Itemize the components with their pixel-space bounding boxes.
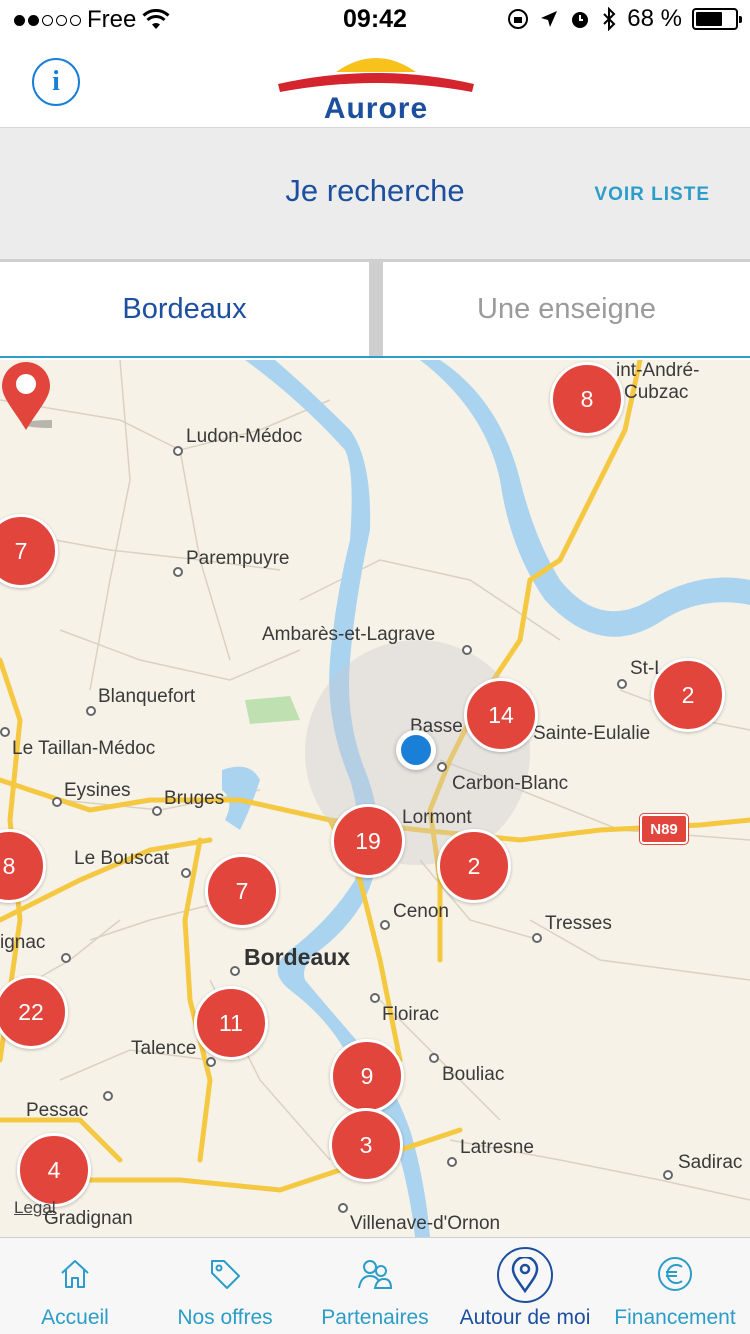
tab-nos-offres[interactable]: Nos offres xyxy=(150,1238,300,1334)
map-cluster[interactable]: 2 xyxy=(651,658,725,732)
place-label: Sadirac xyxy=(678,1152,743,1173)
legal-link[interactable]: Legal xyxy=(14,1198,56,1218)
place-label: Ambarès-et-Lagrave xyxy=(262,624,436,645)
place-label: int-André- xyxy=(616,360,700,381)
place-label-bordeaux: Bordeaux xyxy=(244,944,351,970)
map-cluster[interactable]: 14 xyxy=(464,678,538,752)
status-right: 68 % xyxy=(507,5,742,33)
place-label: Sainte-Eulalie xyxy=(533,723,651,744)
place-dot xyxy=(0,727,10,737)
rotation-lock-icon xyxy=(508,9,529,29)
place-label: Talence xyxy=(131,1038,197,1059)
place-dot xyxy=(663,1170,673,1180)
place-label: Eysines xyxy=(64,780,131,801)
place-label: Le Taillan-Médoc xyxy=(12,738,156,759)
place-label: Pessac xyxy=(26,1100,89,1121)
place-dot xyxy=(86,706,96,716)
place-label: Blanquefort xyxy=(98,686,196,707)
tab-accueil[interactable]: Accueil xyxy=(0,1238,150,1334)
alarm-icon xyxy=(572,12,589,28)
place-dot xyxy=(462,645,472,655)
place-label: Le Bouscat xyxy=(74,848,170,869)
location-arrow-icon xyxy=(541,11,558,27)
info-icon: i xyxy=(52,66,60,97)
current-location-dot xyxy=(396,730,436,770)
place-dot xyxy=(152,806,162,816)
euro-icon xyxy=(655,1254,695,1294)
place-label: Carbon-Blanc xyxy=(452,773,569,794)
place-dot xyxy=(173,567,183,577)
map-pin-icon[interactable] xyxy=(0,360,52,432)
battery-icon xyxy=(692,8,742,30)
map-cluster[interactable]: 3 xyxy=(329,1108,403,1182)
place-label: Floirac xyxy=(382,1004,440,1025)
tab-label: Accueil xyxy=(41,1306,109,1329)
logo-text: Aurore xyxy=(323,92,429,125)
app-header: i Aurore xyxy=(0,40,750,128)
place-dot xyxy=(437,762,447,772)
tab-financement[interactable]: Financement xyxy=(600,1238,750,1334)
tab-label: Autour de moi xyxy=(459,1306,591,1329)
place-dot xyxy=(61,953,71,963)
tab-bar: Accueil Nos offres Partenaires Autour de… xyxy=(0,1237,750,1334)
place-dot xyxy=(447,1157,457,1167)
place-dot xyxy=(230,966,240,976)
place-dot xyxy=(52,797,62,807)
place-label: Cubzac xyxy=(624,382,689,403)
place-dot xyxy=(617,679,627,689)
place-label: Latresne xyxy=(460,1137,534,1158)
place-dot xyxy=(532,933,542,943)
tab-label: Partenaires xyxy=(321,1306,429,1329)
map-cluster[interactable]: 4 xyxy=(17,1133,91,1207)
place-dot xyxy=(370,993,380,1003)
place-label: Tresses xyxy=(545,913,612,934)
map-cluster[interactable]: 7 xyxy=(205,854,279,928)
tag-icon xyxy=(205,1254,245,1294)
place-dot xyxy=(380,920,390,930)
map-cluster[interactable]: 11 xyxy=(194,986,268,1060)
enseigne-field[interactable]: Une enseigne xyxy=(383,262,750,356)
place-label: ignac xyxy=(0,932,46,953)
place-dot xyxy=(173,446,183,456)
city-field[interactable]: Bordeaux xyxy=(0,262,369,356)
place-label: Ludon-Médoc xyxy=(186,426,303,447)
map-cluster[interactable]: 9 xyxy=(330,1039,404,1113)
place-label: Lormont xyxy=(402,807,472,828)
place-dot xyxy=(103,1091,113,1101)
place-dot xyxy=(181,868,191,878)
road-sign-n89: N89 xyxy=(639,813,689,845)
place-label: Cenon xyxy=(393,901,449,922)
status-bar: Free 09:42 68 % xyxy=(0,0,750,40)
tab-partenaires[interactable]: Partenaires xyxy=(300,1238,450,1334)
place-dot xyxy=(338,1203,348,1213)
map-cluster[interactable]: 19 xyxy=(331,804,405,878)
map-view[interactable]: Ludon-Médoc Parempuyre Ambarès-et-Lagrav… xyxy=(0,360,750,1237)
info-button[interactable]: i xyxy=(32,58,80,106)
place-label: Bruges xyxy=(164,788,225,809)
place-label: Parempuyre xyxy=(186,548,290,569)
partners-icon xyxy=(355,1254,395,1294)
map-cluster[interactable]: 8 xyxy=(550,362,624,436)
tab-label: Financement xyxy=(614,1306,736,1329)
voir-liste-button[interactable]: VOIR LISTE xyxy=(594,184,710,206)
map-cluster[interactable]: 2 xyxy=(437,829,511,903)
place-dot xyxy=(206,1057,216,1067)
battery-percent: 68 % xyxy=(627,5,682,32)
aurore-logo: Aurore xyxy=(276,48,476,125)
search-band: Je recherche VOIR LISTE xyxy=(0,128,750,260)
tab-label: Nos offres xyxy=(177,1306,273,1329)
location-pin-icon xyxy=(497,1247,553,1303)
place-label: Villenave-d'Ornon xyxy=(350,1213,501,1234)
place-label: Gradignan xyxy=(44,1208,133,1229)
place-label: Bouliac xyxy=(442,1064,505,1085)
home-icon xyxy=(55,1254,95,1294)
tab-autour-de-moi[interactable]: Autour de moi xyxy=(450,1238,600,1334)
place-dot xyxy=(429,1053,439,1063)
logo-sun-icon xyxy=(278,58,474,92)
bluetooth-icon xyxy=(603,7,616,31)
search-filters: Bordeaux Une enseigne xyxy=(0,260,750,358)
